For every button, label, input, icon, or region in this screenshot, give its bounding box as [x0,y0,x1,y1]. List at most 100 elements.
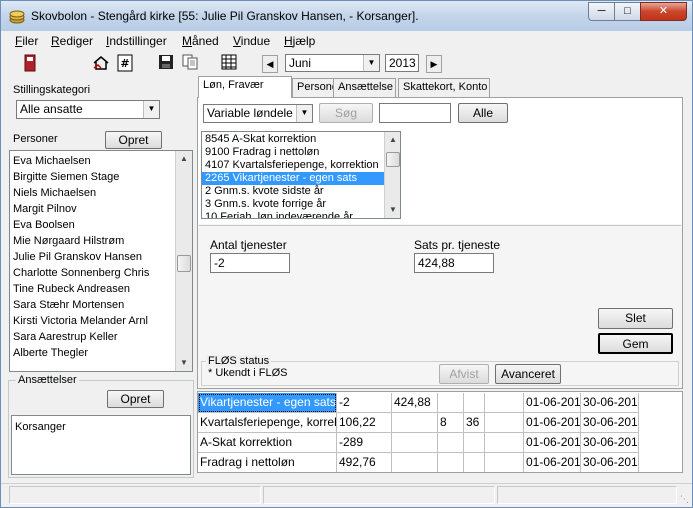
table-cell[interactable]: 30-06-2013 [581,453,639,472]
person-list-item[interactable]: Margit Pilnov [10,201,192,217]
scroll-thumb[interactable] [177,255,191,272]
tab-skattekort-konto[interactable]: Skattekort, Konto [398,78,490,97]
person-list-item[interactable]: Tine Rubeck Andreasen [10,281,192,297]
person-list-item[interactable]: Alberte Thegler [10,345,192,361]
table-cell[interactable]: -2 [337,393,392,413]
table-cell[interactable]: 30-06-2013 [581,393,639,413]
person-list-item[interactable]: Eva Michaelsen [10,153,192,169]
house-icon[interactable] [92,54,110,72]
tab-lon-fravaer[interactable]: Løn, Fravær [198,76,292,98]
table-cell[interactable] [392,433,438,453]
code-list-scrollbar[interactable]: ▲ ▼ [384,132,400,218]
table-cell[interactable] [485,453,524,472]
table-cell[interactable] [392,453,438,472]
table-cell[interactable]: A-Skat korrektion [198,433,337,453]
person-list-item[interactable]: Mie Nørgaard Hilstrøm [10,233,192,249]
table-cell[interactable]: 8 [438,413,464,433]
table-cell[interactable] [438,453,464,472]
menu-indstillinger[interactable]: Indstillinger [106,34,167,48]
copy-icon[interactable] [181,54,199,72]
table-cell[interactable]: 01-06-2013 [524,453,581,472]
table-cell[interactable]: Kvartalsferiepenge, korrektio [198,413,337,433]
person-list-item[interactable]: Niels Michaelsen [10,185,192,201]
table-cell[interactable]: 01-06-2013 [524,393,581,413]
tab-ansaettelse[interactable]: Ansættelse [333,78,396,97]
code-list-item[interactable]: 3 Gnm.s. kvote forrige år [202,198,400,211]
scroll-down-icon[interactable]: ▼ [176,355,192,371]
person-list-scrollbar[interactable]: ▲ ▼ [175,151,192,371]
loendele-filter-select[interactable]: Variable løndele ▼ [203,104,313,123]
person-list-item[interactable]: Birgitte Siemen Stage [10,169,192,185]
scroll-down-icon[interactable]: ▼ [385,202,400,218]
exit-icon[interactable] [21,54,39,72]
code-list-item[interactable]: 2265 Vikartjenester - egen sats [202,172,400,185]
sats-input[interactable]: 424,88 [414,253,494,273]
next-month-button[interactable]: ▶ [426,55,442,73]
table-cell[interactable] [438,393,464,413]
code-list-item[interactable]: 8545 A-Skat korrektion [202,133,400,146]
month-select[interactable]: Juni ▼ [285,54,380,72]
grid-icon[interactable] [220,54,238,72]
table-cell[interactable] [485,433,524,453]
sog-button[interactable]: Søg [319,103,373,123]
table-cell[interactable] [485,393,524,413]
menu-hjaelp[interactable]: Hjælp [284,34,315,48]
chevron-down-icon[interactable]: ▼ [143,101,159,118]
table-cell[interactable] [464,453,485,472]
table-cell[interactable]: 424,88 [392,393,438,413]
afvist-button[interactable]: Afvist [439,364,489,384]
table-row[interactable]: Vikartjenester - egen sats -2 424,88 01-06-… [198,393,682,413]
menu-vindue[interactable]: Vindue [233,34,270,48]
person-list-item[interactable]: Sara Stæhr Mortensen [10,297,192,313]
code-list-item[interactable]: 9100 Fradrag i nettoløn [202,146,400,159]
gem-button[interactable]: Gem [598,333,673,354]
alle-button[interactable]: Alle [458,103,508,123]
scroll-up-icon[interactable]: ▲ [385,132,400,148]
table-cell[interactable]: Vikartjenester - egen sats [198,393,337,413]
opret-ansaettelse-button[interactable]: Opret [107,390,164,408]
code-list-item[interactable]: 10 Feriah. løn indeværende år [202,211,400,218]
table-cell[interactable]: 30-06-2013 [581,413,639,433]
year-field[interactable]: 2013 [385,54,419,72]
menu-rediger[interactable]: Rediger [51,34,93,48]
table-row[interactable]: Kvartalsferiepenge, korrektio106,22 836 01… [198,413,682,433]
person-list-item[interactable]: Charlotte Sonnenberg Chris [10,265,192,281]
save-icon[interactable] [157,54,175,72]
table-cell[interactable] [485,413,524,433]
menu-maned[interactable]: Måned [182,34,219,48]
table-cell[interactable] [464,433,485,453]
code-list-item[interactable]: 4107 Kvartalsferiepenge, korrektion [202,159,400,172]
avanceret-button[interactable]: Avanceret [495,364,561,384]
table-cell[interactable] [464,393,485,413]
table-cell[interactable]: -289 [337,433,392,453]
table-cell[interactable]: 30-06-2013 [581,433,639,453]
prev-month-button[interactable]: ◀ [262,55,278,73]
table-cell[interactable]: Fradrag i nettoløn [198,453,337,472]
table-cell[interactable] [438,433,464,453]
ansaettelse-list-item[interactable]: Korsanger [12,419,190,435]
maximize-button[interactable]: □ [614,2,641,21]
search-input[interactable] [379,103,451,123]
resize-grip-icon[interactable]: ⋱ [680,494,689,505]
slet-button[interactable]: Slet [598,308,673,329]
table-cell[interactable]: 36 [464,413,485,433]
table-cell[interactable] [392,413,438,433]
table-cell[interactable]: 01-06-2013 [524,433,581,453]
calculator-icon[interactable]: # [116,54,134,72]
chevron-down-icon[interactable]: ▼ [363,55,379,71]
scroll-thumb[interactable] [386,152,400,167]
antal-tjenester-input[interactable]: -2 [210,253,290,273]
close-button[interactable]: ✕ [640,2,687,21]
minimize-button[interactable]: ─ [588,2,615,21]
code-list-item[interactable]: 2 Gnm.s. kvote sidste år [202,185,400,198]
table-cell[interactable]: 01-06-2013 [524,413,581,433]
table-row[interactable]: A-Skat korrektion-289 01-06-201330-06-201… [198,433,682,453]
person-list-item[interactable]: Kirsti Victoria Melander Arnl [10,313,192,329]
menu-filer[interactable]: Filer [15,34,38,48]
stillingskategori-select[interactable]: Alle ansatte ▼ [16,100,160,119]
table-cell[interactable]: 106,22 [337,413,392,433]
person-list-item[interactable]: Julie Pil Granskov Hansen [10,249,192,265]
opret-person-button[interactable]: Opret [105,131,162,149]
scroll-up-icon[interactable]: ▲ [176,151,192,167]
chevron-down-icon[interactable]: ▼ [296,105,312,122]
